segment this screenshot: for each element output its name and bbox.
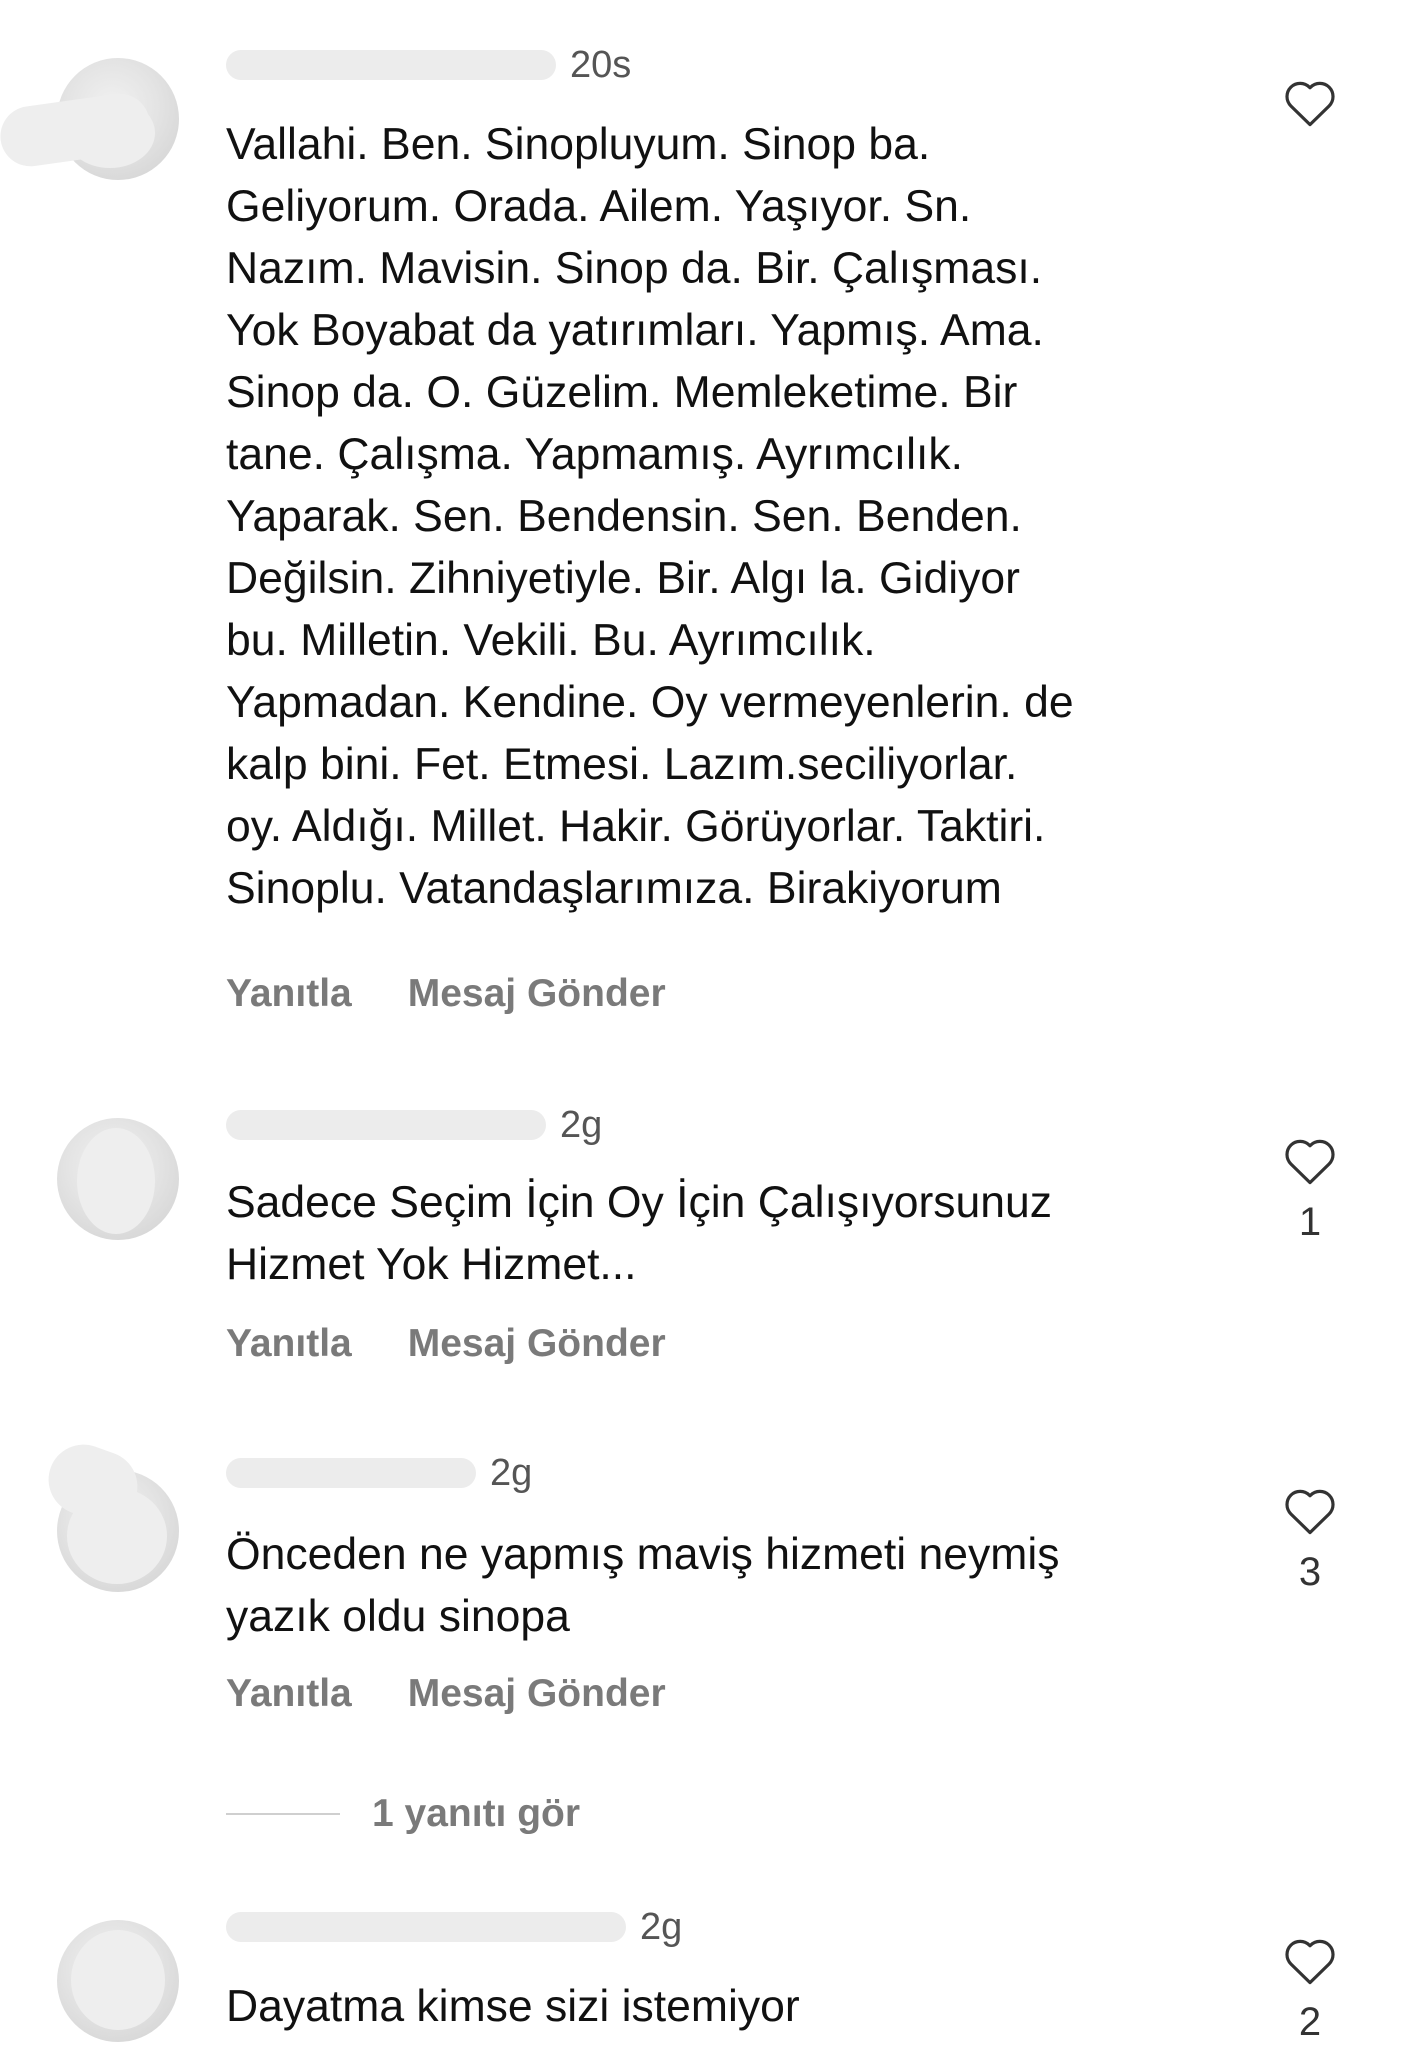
heart-icon[interactable] (1282, 1936, 1338, 1986)
comment-time: 20s (570, 43, 632, 86)
send-message-button[interactable]: Mesaj Gönder (408, 972, 666, 1016)
username[interactable] (226, 1458, 476, 1488)
comment-text: Dayatma kimse sizi istemiyor (226, 1982, 800, 2031)
avatar[interactable] (57, 1118, 179, 1240)
username[interactable] (226, 1110, 546, 1140)
comment-actions: Yanıtla Mesaj Gönder (226, 972, 666, 1016)
send-message-button[interactable]: Mesaj Gönder (408, 1672, 666, 1716)
view-replies-label[interactable]: 1 yanıtı gör (372, 1792, 580, 1836)
comment-time: 2g (640, 1905, 683, 1948)
view-replies-divider (226, 1813, 340, 1815)
comment-header: 2g (226, 1102, 602, 1148)
comment-header: 2g (226, 1904, 682, 1950)
comment-text: Vallahi. Ben. Sinopluyum. Sinop ba. Geli… (226, 120, 1074, 913)
avatar[interactable] (57, 1920, 179, 2042)
like-button[interactable]: 1 (1280, 1136, 1340, 1245)
heart-icon[interactable] (1282, 1486, 1338, 1536)
like-count: 1 (1298, 1200, 1322, 1244)
username[interactable] (226, 1912, 626, 1942)
like-count: 3 (1298, 1550, 1322, 1594)
comment-text: Önceden ne yapmış maviş hizmeti neymiş y… (226, 1530, 1060, 1641)
like-button[interactable]: 2 (1280, 1936, 1340, 2045)
comment-header: 2g (226, 1450, 532, 1496)
send-message-button[interactable]: Mesaj Gönder (408, 1322, 666, 1366)
username[interactable] (226, 50, 556, 80)
heart-icon[interactable] (1282, 78, 1338, 128)
comment-time: 2g (560, 1103, 603, 1146)
comment-time: 2g (490, 1451, 533, 1494)
heart-icon[interactable] (1282, 1136, 1338, 1186)
comment-actions: Yanıtla Mesaj Gönder (226, 1672, 666, 1716)
like-button[interactable]: 3 (1280, 1486, 1340, 1595)
comment-header: 20s (226, 42, 631, 88)
comment-actions: Yanıtla Mesaj Gönder (226, 1322, 666, 1366)
like-button[interactable] (1280, 78, 1340, 142)
comment-text: Sadece Seçim İçin Oy İçin Çalışıyorsunuz… (226, 1178, 1053, 1289)
view-replies-button[interactable]: 1 yanıtı gör (226, 1792, 580, 1836)
like-count: 2 (1298, 2000, 1322, 2044)
reply-button[interactable]: Yanıtla (226, 1322, 352, 1366)
reply-button[interactable]: Yanıtla (226, 972, 352, 1016)
reply-button[interactable]: Yanıtla (226, 1672, 352, 1716)
